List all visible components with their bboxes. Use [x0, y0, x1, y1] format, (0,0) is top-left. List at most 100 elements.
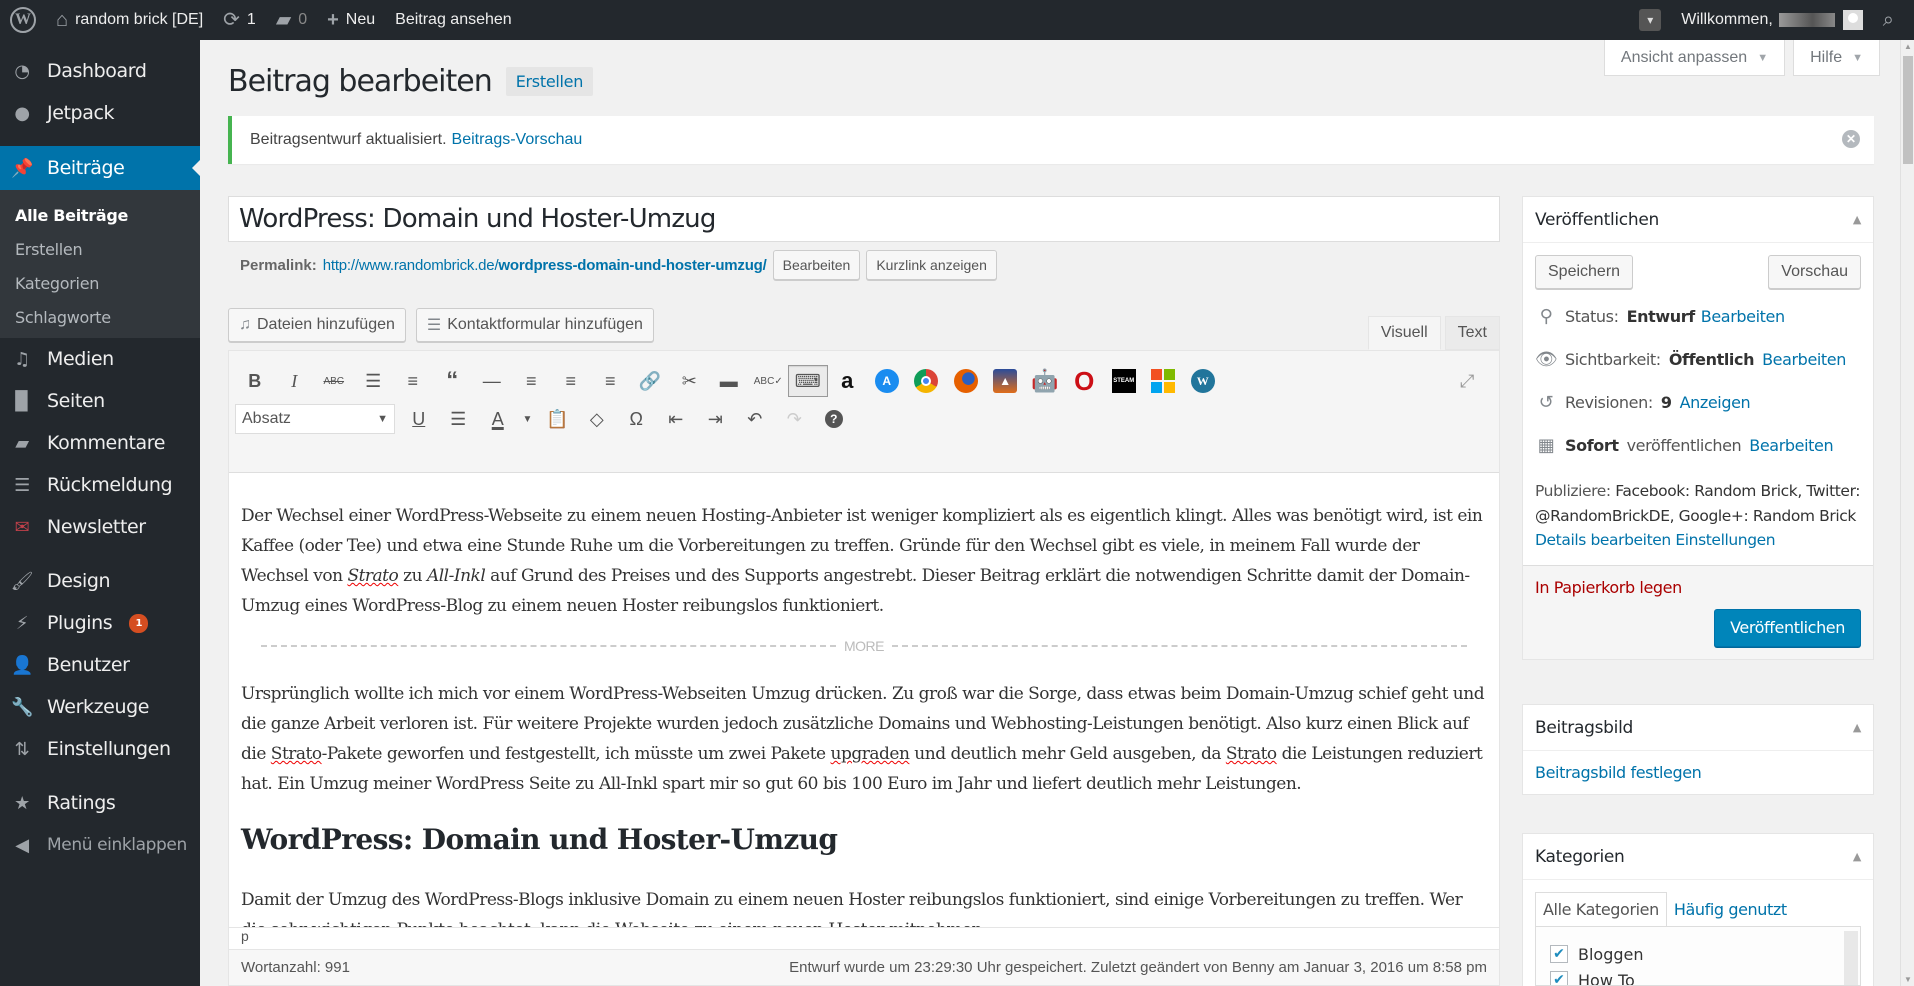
edit-permalink-button[interactable]: Bearbeiten	[772, 250, 861, 280]
windows-icon[interactable]	[1144, 365, 1184, 397]
page-scrollbar[interactable]: ▲ ▼	[1900, 40, 1914, 986]
menu-item-plugins[interactable]: ⚡ Plugins 1	[0, 602, 200, 644]
comments-link[interactable]: ▰ 0	[266, 0, 317, 40]
preview-post-link[interactable]: Beitrags-Vorschau	[452, 131, 583, 149]
screen-options-button[interactable]: Ansicht anpassen ▼	[1603, 40, 1786, 76]
blockquote-button[interactable]: “	[433, 365, 473, 397]
scrollbar-thumb[interactable]	[1903, 56, 1913, 164]
move-to-trash-link[interactable]: In Papierkorb legen	[1535, 578, 1682, 597]
edit-publicize-details-link[interactable]: Details bearbeiten	[1535, 531, 1671, 549]
bullet-list-button[interactable]: ☰	[354, 365, 394, 397]
menu-item-dashboard[interactable]: ◔ Dashboard	[0, 50, 200, 92]
android-icon[interactable]: 🤖	[1025, 365, 1065, 397]
preview-button[interactable]: Vorschau	[1768, 255, 1861, 289]
menu-item-jetpack[interactable]: ● Jetpack	[0, 92, 200, 134]
collapse-toggle-icon[interactable]: ▲	[1853, 213, 1861, 226]
menu-item-feedback[interactable]: ☰ Rückmeldung	[0, 464, 200, 506]
opera-icon[interactable]: O	[1065, 365, 1105, 397]
category-checkbox[interactable]: ✔	[1550, 945, 1568, 963]
my-account-menu[interactable]: Willkommen,	[1671, 0, 1873, 40]
category-checkbox[interactable]: ✔	[1550, 971, 1568, 985]
align-right-button[interactable]: ≡	[591, 365, 631, 397]
category-item[interactable]: ✔ Bloggen	[1550, 941, 1846, 967]
site-name-link[interactable]: ⌂ random brick [DE]	[46, 0, 213, 40]
new-content-menu[interactable]: + Neu	[317, 0, 385, 40]
add-new-post-button[interactable]: Erstellen	[505, 67, 594, 96]
tab-most-used[interactable]: Häufig genutzt	[1667, 892, 1794, 926]
menu-item-media[interactable]: ♫ Medien	[0, 338, 200, 380]
browse-revisions-link[interactable]: Anzeigen	[1680, 393, 1751, 412]
align-center-button[interactable]: ≡	[551, 365, 591, 397]
appstore-icon[interactable]: A	[867, 365, 907, 397]
menu-item-users[interactable]: 👤 Benutzer	[0, 644, 200, 686]
remove-link-button[interactable]: ✂	[670, 365, 710, 397]
menu-item-posts[interactable]: 📌 Beiträge	[0, 146, 200, 190]
clear-formatting-button[interactable]: ◇	[577, 403, 617, 435]
menu-item-ratings[interactable]: ★ Ratings	[0, 782, 200, 824]
justify-button[interactable]: ☰	[439, 403, 479, 435]
publish-box-header[interactable]: Veröffentlichen ▲	[1523, 197, 1873, 243]
menu-item-design[interactable]: 🖌 Design	[0, 560, 200, 602]
special-character-button[interactable]: Ω	[617, 403, 657, 435]
collapse-toggle-icon[interactable]: ▲	[1853, 850, 1861, 863]
text-color-button[interactable]: A	[478, 403, 518, 435]
paste-text-button[interactable]: 📋	[538, 403, 578, 435]
insert-link-button[interactable]: 🔗	[630, 365, 670, 397]
menu-item-newsletter[interactable]: ✉ Newsletter	[0, 506, 200, 548]
italic-button[interactable]: I	[275, 365, 315, 397]
tab-all-categories[interactable]: Alle Kategorien	[1535, 892, 1667, 926]
tab-visual[interactable]: Visuell	[1367, 316, 1441, 350]
format-select[interactable]: Absatz ▼	[235, 404, 395, 434]
indent-button[interactable]: ⇥	[696, 403, 736, 435]
post-title-input[interactable]: WordPress: Domain und Hoster-Umzug	[228, 196, 1500, 242]
toolbar-toggle-button[interactable]: ⌨	[788, 365, 828, 397]
read-more-button[interactable]: ▬	[709, 365, 749, 397]
editor-content[interactable]: Der Wechsel einer WordPress-Webseite zu …	[229, 473, 1499, 951]
fullscreen-icon[interactable]: ⤢	[1448, 365, 1488, 397]
save-draft-button[interactable]: Speichern	[1535, 255, 1634, 289]
notifications-button[interactable]: ▾	[1629, 0, 1671, 40]
tab-text[interactable]: Text	[1444, 316, 1500, 350]
scroll-down-icon[interactable]: ▼	[1904, 975, 1912, 984]
underline-button[interactable]: U	[399, 403, 439, 435]
element-path[interactable]: p	[241, 928, 249, 944]
collapse-menu-button[interactable]: ◀ Menü einklappen	[0, 824, 200, 866]
bold-button[interactable]: B	[235, 365, 275, 397]
help-button[interactable]: Hilfe ▼	[1793, 40, 1880, 76]
publish-button[interactable]: Veröffentlichen	[1714, 608, 1861, 647]
menu-item-settings[interactable]: ⇅ Einstellungen	[0, 728, 200, 770]
category-scrollbar[interactable]	[1844, 931, 1858, 985]
updates-link[interactable]: ⟳ 1	[213, 0, 266, 40]
submenu-tags[interactable]: Schlagworte	[0, 300, 200, 334]
wordpress-icon[interactable]: W	[1183, 365, 1223, 397]
publicize-settings-link[interactable]: Einstellungen	[1675, 531, 1775, 549]
edit-visibility-link[interactable]: Bearbeiten	[1762, 350, 1846, 369]
edit-status-link[interactable]: Bearbeiten	[1701, 307, 1785, 326]
dismiss-notice-icon[interactable]: ✕	[1842, 130, 1860, 148]
submenu-all-posts[interactable]: Alle Beiträge	[0, 198, 200, 232]
spellcheck-button[interactable]: ABC✓	[749, 365, 789, 397]
edit-schedule-link[interactable]: Bearbeiten	[1749, 436, 1833, 455]
permalink-link[interactable]: http://www.randombrick.de/wordpress-doma…	[323, 257, 767, 274]
help-icon[interactable]: ?	[814, 403, 854, 435]
menu-item-comments[interactable]: ▰ Kommentare	[0, 422, 200, 464]
numbered-list-button[interactable]: ≡	[393, 365, 433, 397]
submenu-categories[interactable]: Kategorien	[0, 266, 200, 300]
menu-item-pages[interactable]: ▉ Seiten	[0, 380, 200, 422]
firefox-icon[interactable]	[946, 365, 986, 397]
add-media-button[interactable]: ♫ Dateien hinzufügen	[228, 308, 406, 342]
search-button[interactable]: ⌕	[1873, 0, 1914, 40]
steam-icon[interactable]: STEAM	[1104, 365, 1144, 397]
wp-logo-menu[interactable]: W	[0, 0, 46, 40]
chrome-icon[interactable]	[907, 365, 947, 397]
shortlink-button[interactable]: Kurzlink anzeigen	[866, 250, 997, 280]
menu-item-tools[interactable]: 🔧 Werkzeuge	[0, 686, 200, 728]
text-color-dropdown[interactable]: ▼	[518, 403, 538, 435]
horizontal-line-button[interactable]: —	[472, 365, 512, 397]
category-item[interactable]: ✔ How To	[1550, 967, 1846, 985]
undo-button[interactable]: ↶	[735, 403, 775, 435]
strikethrough-button[interactable]: ABC	[314, 365, 354, 397]
redo-button[interactable]: ↷	[775, 403, 815, 435]
collapse-toggle-icon[interactable]: ▲	[1853, 721, 1861, 734]
amazon-icon[interactable]: a	[828, 365, 868, 397]
